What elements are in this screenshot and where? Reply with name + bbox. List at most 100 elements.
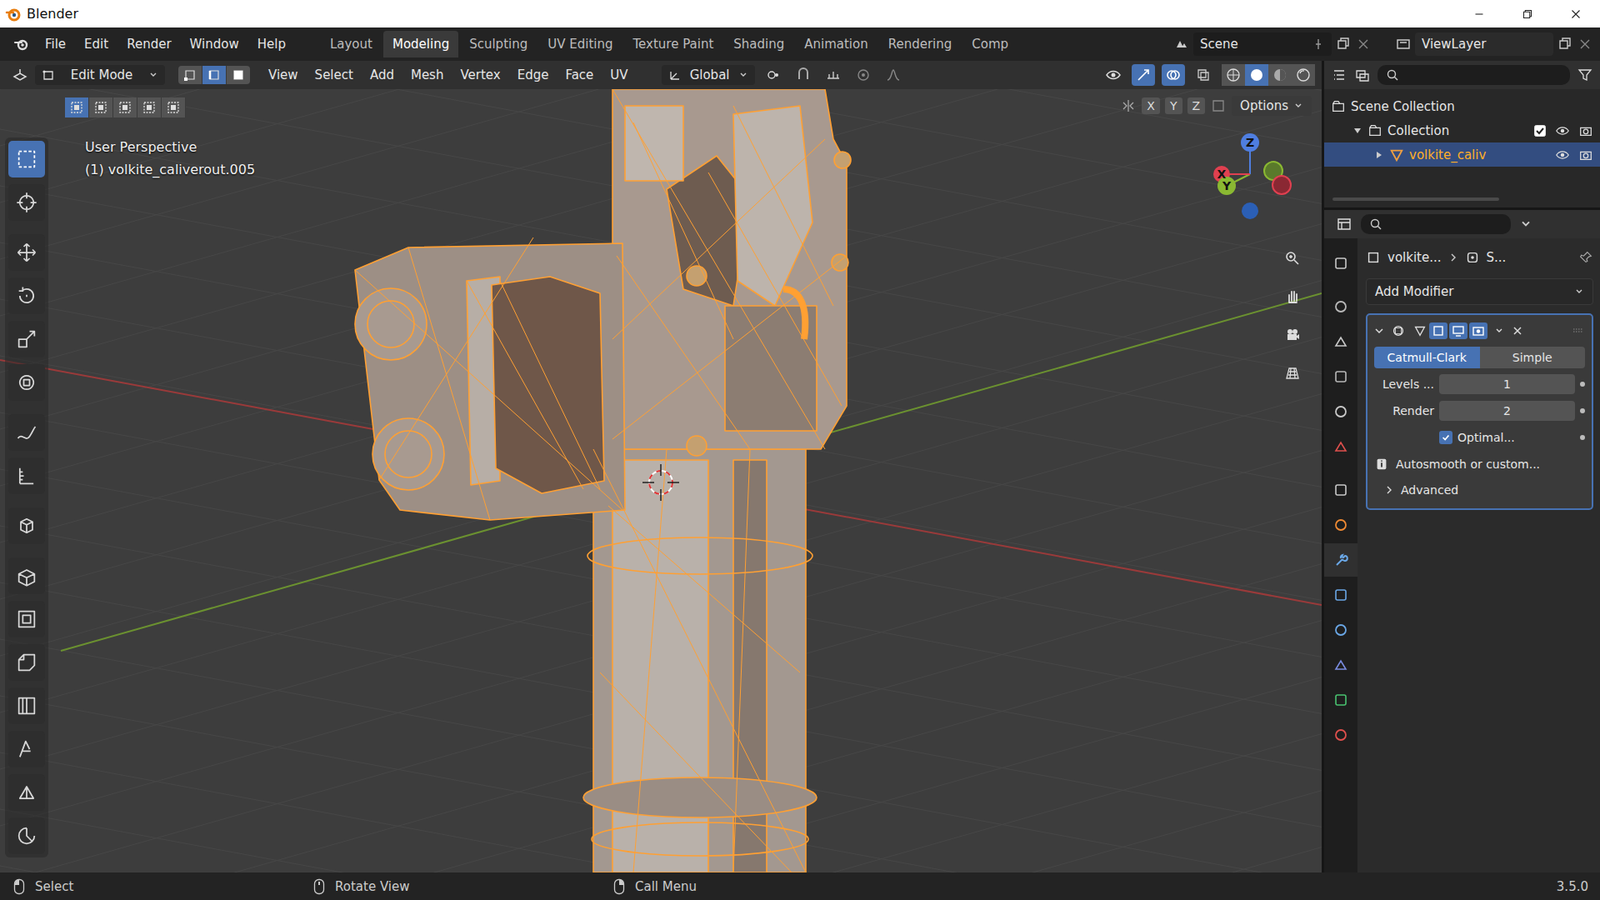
properties-tab[interactable] [1324,290,1358,324]
menu-item[interactable]: Render [120,33,178,55]
workspace-tab[interactable]: Comp [962,30,1018,58]
mode-dropdown[interactable]: Edit Mode [35,65,165,85]
properties-tab[interactable] [1324,246,1358,280]
tool-button[interactable] [8,644,45,681]
gizmo-button[interactable] [1131,64,1155,86]
properties-tab[interactable] [1324,473,1358,507]
tool-button[interactable] [8,507,45,545]
new-view-layer-icon[interactable] [1556,35,1574,53]
tool-button[interactable] [8,774,45,811]
viewport-menu-item[interactable]: Mesh [404,64,451,86]
expanded-arrow-icon[interactable] [1352,125,1363,136]
outliner-label[interactable]: volkite_caliv [1409,147,1486,163]
box-mode-button[interactable] [137,97,162,118]
zoom-button[interactable] [1278,244,1307,273]
tool-button[interactable] [8,817,45,855]
box-mode-button[interactable] [161,97,186,118]
add-modifier-dropdown[interactable]: Add Modifier [1365,278,1594,305]
shading-button[interactable] [1221,64,1245,86]
subdivision-type-button[interactable]: Simple [1480,346,1586,369]
box-mode-button[interactable] [65,97,90,118]
properties-search[interactable] [1360,214,1511,235]
auto-merge-icon[interactable] [1210,97,1227,115]
tool-button[interactable] [8,730,45,768]
falloff-button[interactable] [881,64,905,86]
checkbox-checked-icon[interactable] [1533,124,1547,138]
shading-button[interactable] [1291,64,1315,86]
tool-button[interactable] [8,557,45,595]
mirror-axis-toggle[interactable]: X [1141,97,1160,115]
outliner-scrollbar[interactable] [1332,197,1500,201]
pan-button[interactable] [1278,282,1307,311]
properties-tab[interactable] [1324,325,1358,359]
tool-button[interactable] [8,320,45,358]
camera-view-button[interactable] [1278,320,1307,350]
properties-tab[interactable] [1324,360,1358,394]
outliner-row[interactable]: Collection [1324,118,1600,143]
pin-icon[interactable] [1578,250,1594,265]
pin-icon[interactable] [1311,37,1325,51]
workspace-tab[interactable]: Sculpting [460,30,537,58]
view-layer-icon[interactable] [1395,35,1412,53]
render-toggle[interactable] [1469,322,1488,340]
advanced-subpanel[interactable]: Advanced [1374,480,1585,500]
options-dropdown[interactable]: Options [1231,95,1312,116]
viewport-menu-item[interactable]: Face [558,64,600,86]
box-mode-button[interactable] [89,97,114,118]
projection-button[interactable] [1278,359,1307,388]
filter-icon[interactable] [1576,66,1594,84]
snap-target-button[interactable] [821,64,845,86]
optimal-display-checkbox[interactable]: Optimal... [1439,430,1575,445]
remove-scene-icon[interactable] [1355,35,1372,53]
orientation-dropdown[interactable]: Global [661,65,755,85]
mirror-icon[interactable] [1120,97,1137,115]
scene-icon[interactable] [1173,35,1190,53]
subdivision-type-button[interactable]: Catmull-Clark [1374,346,1480,369]
outliner-search[interactable] [1377,65,1570,85]
menu-item[interactable]: Window [183,33,246,55]
overlays-button[interactable] [1161,64,1185,86]
collapsed-arrow-icon[interactable] [1374,150,1385,160]
workspace-tab[interactable]: Animation [795,30,877,58]
workspace-tab[interactable]: UV Editing [538,30,622,58]
viewport-menu-item[interactable]: View [261,64,305,86]
mirror-axis-toggle[interactable]: Z [1187,97,1206,115]
tool-button[interactable] [8,184,45,221]
viewport-canvas[interactable] [0,89,1322,873]
properties-tab[interactable] [1324,613,1358,647]
mesh-object[interactable] [355,89,851,873]
viewport-menu-item[interactable]: UV [603,64,635,86]
properties-tab[interactable] [1324,578,1358,612]
visibility-button[interactable] [1101,64,1125,86]
tool-button[interactable] [8,234,45,271]
outliner-editor-icon[interactable] [1330,66,1348,84]
3d-cursor[interactable] [642,464,680,501]
viewport-menu-item[interactable]: Edge [510,64,556,86]
eye-icon[interactable] [1555,147,1570,163]
snap-button[interactable] [791,64,815,86]
checkbox[interactable] [1439,430,1453,445]
outliner-row[interactable]: volkite_caliv [1324,142,1600,167]
mirror-axis-toggle[interactable]: Y [1165,97,1183,115]
box-mode-button[interactable] [113,97,138,118]
render-camera-icon[interactable] [1578,147,1594,163]
shading-button[interactable] [1245,64,1269,86]
workspace-tab[interactable]: Shading [724,30,794,58]
remove-view-layer-icon[interactable] [1576,35,1594,53]
outliner-label[interactable]: Collection [1387,123,1450,139]
proportional-button[interactable] [851,64,875,86]
select-mode-button[interactable] [202,65,227,85]
eye-icon[interactable] [1555,123,1570,139]
properties-tab[interactable] [1324,718,1358,752]
workspace-tab[interactable]: Layout [320,30,382,58]
workspace-tab[interactable]: Rendering [879,30,962,58]
tool-button[interactable] [8,600,45,638]
close-icon[interactable] [1568,6,1584,22]
shading-button[interactable] [1268,64,1292,86]
pivot-button[interactable] [761,64,785,86]
properties-tab[interactable] [1324,395,1358,429]
remove-modifier-icon[interactable] [1510,324,1525,338]
keyframe-dot[interactable] [1580,435,1585,440]
new-scene-icon[interactable] [1335,35,1352,53]
select-mode-button[interactable] [226,65,250,85]
